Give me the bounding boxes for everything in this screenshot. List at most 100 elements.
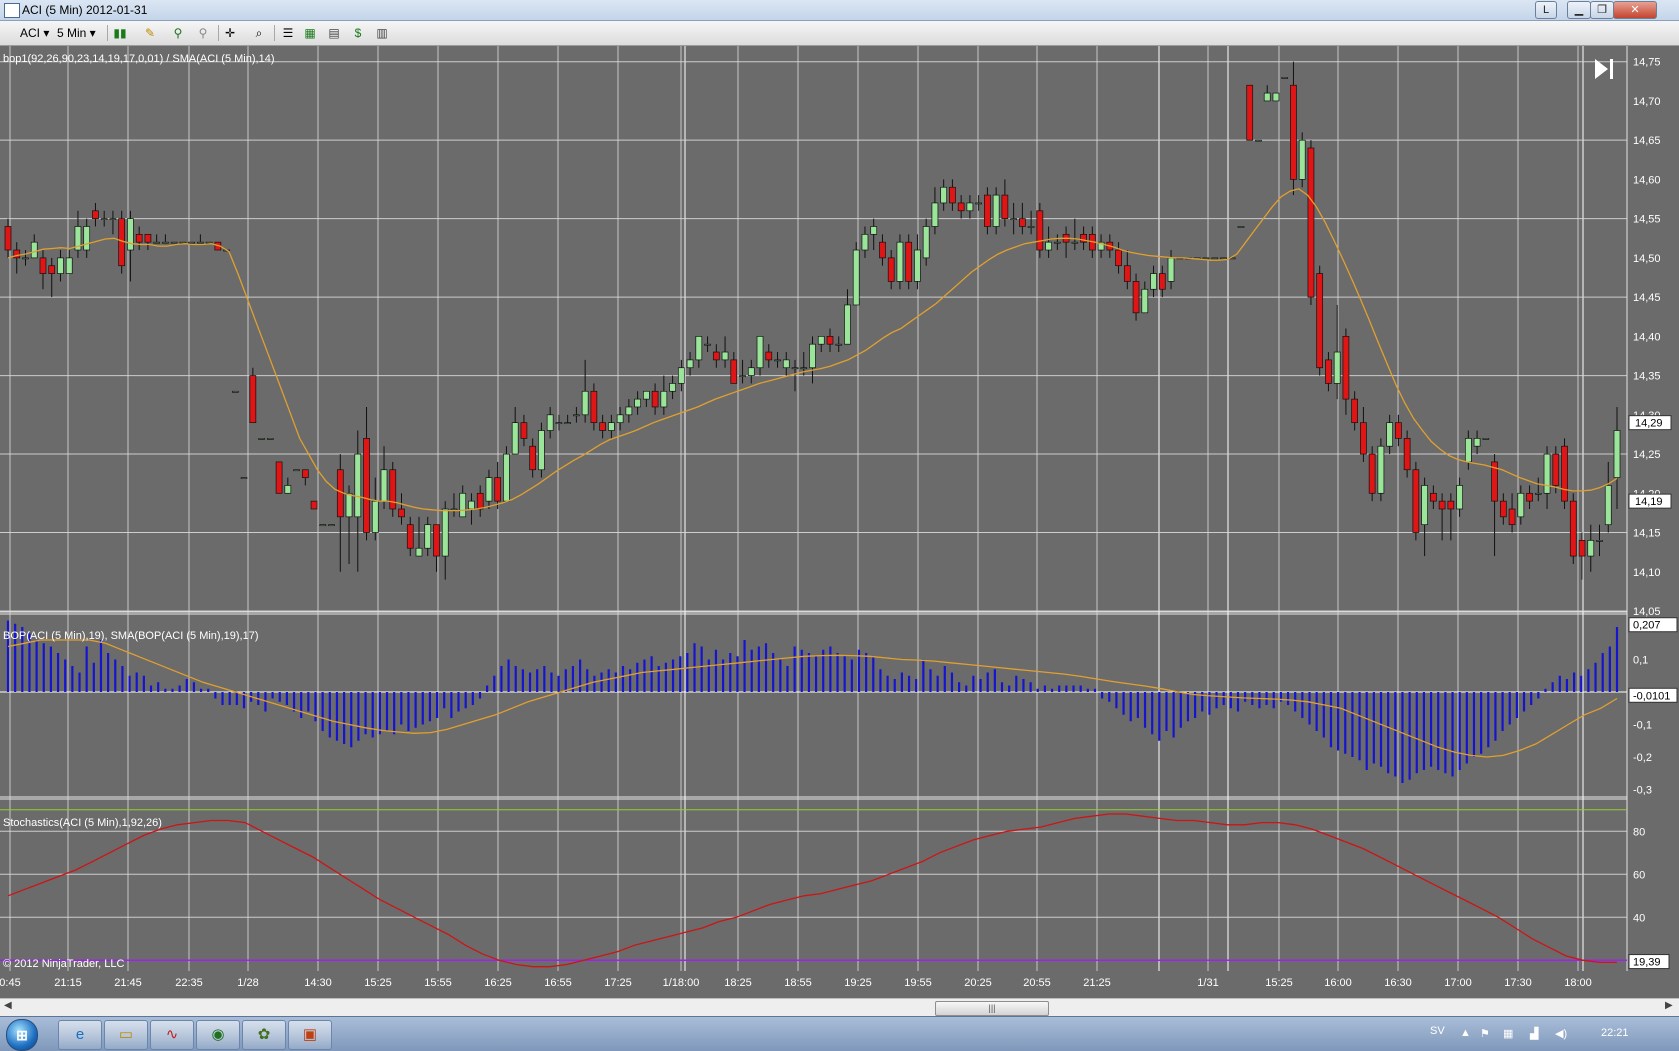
bar-type-icon[interactable]: ▮▮: [112, 25, 128, 41]
candle-body: [809, 343, 816, 369]
candle-body: [896, 241, 904, 282]
chart-trader-icon[interactable]: ▤: [326, 25, 342, 41]
bop-sma-line: [7, 639, 1618, 758]
candle-body: [756, 335, 764, 369]
zoom-icon[interactable]: ⌕: [251, 25, 267, 41]
x-axis-tick-label: 22:35: [175, 977, 203, 989]
properties-icon[interactable]: ▥: [374, 25, 390, 41]
instrument-label: ACI: [20, 26, 41, 40]
minimize-button[interactable]: ▁: [1567, 1, 1591, 19]
candle-body: [301, 469, 309, 478]
candle-body: [686, 359, 694, 369]
clock[interactable]: 22:21: [1601, 1027, 1629, 1039]
candle-body: [188, 241, 195, 244]
candle-body: [1587, 540, 1595, 557]
candle-body: [1132, 281, 1140, 314]
x-axis-tick-label: 20:55: [1023, 977, 1051, 989]
candle-body: [529, 445, 537, 471]
candle-body: [581, 390, 589, 416]
spotify-icon[interactable]: ◉: [196, 1020, 240, 1050]
ninjatrader-icon[interactable]: ∿: [150, 1020, 194, 1050]
candle-body: [1543, 453, 1551, 494]
candle-body: [1569, 500, 1577, 557]
close-button[interactable]: ✕: [1613, 1, 1657, 19]
candle-body: [1596, 540, 1603, 542]
candle-body: [1526, 492, 1533, 502]
explorer-folder-icon[interactable]: ▭: [104, 1020, 148, 1050]
volume-icon[interactable]: ◀): [1555, 1027, 1567, 1040]
candle-body: [144, 233, 152, 243]
price-axis-tick-label: 14,55: [1633, 214, 1661, 226]
candle-body: [835, 343, 843, 346]
candle-body: [441, 508, 449, 557]
restore-button[interactable]: ❐: [1590, 1, 1614, 19]
x-axis-tick-label: 18:55: [784, 977, 812, 989]
indicator-icon[interactable]: ▦: [302, 25, 318, 41]
x-axis-tick-label: 1/31: [1197, 977, 1218, 989]
candle-body: [1368, 453, 1376, 494]
candle-body: [371, 500, 379, 533]
pin-icon[interactable]: ⚲: [170, 25, 186, 41]
candle-body: [712, 351, 720, 361]
internet-explorer-icon[interactable]: e: [58, 1020, 102, 1050]
candle-body: [1438, 500, 1446, 510]
candle-body: [406, 524, 414, 549]
dollar-icon[interactable]: $: [350, 25, 366, 41]
candle-body: [949, 186, 956, 204]
candle-body: [65, 257, 73, 274]
candle-body: [1141, 288, 1149, 314]
chart-canvas[interactable]: 0:45 21:15 21:45 22:35 1/28 14:30 15:25 15:55 16…: [0, 46, 1679, 997]
device-icon[interactable]: ▦: [1503, 1027, 1513, 1040]
crosshair-icon[interactable]: ✛: [222, 25, 238, 41]
candle-body: [651, 390, 659, 408]
candle-body: [415, 547, 423, 557]
scroll-right-icon[interactable]: ▶: [1665, 1000, 1673, 1011]
x-axis-tick-label: 21:45: [114, 977, 142, 989]
candle-body: [800, 367, 808, 370]
candle-body: [30, 241, 38, 259]
x-axis-tick-label: 19:55: [904, 977, 932, 989]
network-icon[interactable]: ▟: [1530, 1027, 1538, 1040]
horizontal-scrollbar[interactable]: ◀ ||| ▶: [0, 998, 1679, 1016]
start-orb-icon[interactable]: ⊞: [6, 1019, 38, 1051]
brush-icon[interactable]: ⚲: [195, 25, 211, 41]
price-axis-tick-label: 14,65: [1633, 135, 1661, 147]
price-axis-tick-label: 14,05: [1633, 606, 1661, 618]
windows-taskbar: ⊞ e ▭ ∿ ◉ ✿ ▣ SV ▲ ⚑ ▦ ▟ ◀) 22:21: [0, 1016, 1679, 1051]
office-icon[interactable]: ▣: [288, 1020, 332, 1050]
candle-body: [1123, 265, 1131, 282]
candle-body: [389, 469, 397, 510]
language-indicator[interactable]: SV: [1430, 1025, 1445, 1037]
show-hidden-icons-icon[interactable]: ▲: [1460, 1027, 1471, 1039]
candle-body: [354, 453, 362, 518]
strategy-icon[interactable]: ☰: [280, 25, 296, 41]
flag-icon[interactable]: ⚑: [1480, 1027, 1490, 1040]
candle-body: [57, 257, 64, 274]
candle-body: [328, 524, 335, 527]
price-axis-tick-label: 14,70: [1633, 96, 1661, 108]
candle-body: [1045, 241, 1052, 251]
scrollbar-thumb[interactable]: |||: [935, 1001, 1049, 1016]
candle-body: [284, 485, 292, 494]
draw-pen-icon[interactable]: ✎: [142, 25, 158, 41]
layout-button[interactable]: L: [1535, 1, 1557, 19]
instrument-selector[interactable]: ACI ▾: [20, 24, 49, 42]
window-titlebar: ACI (5 Min) 2012-01-31 L ▁ ❐ ✕: [0, 0, 1679, 21]
candle-body: [984, 194, 991, 227]
bop-marker-label: -0,0101: [1633, 690, 1670, 702]
stochastics-panel-title: Stochastics(ACI (5 Min),1,92,26): [3, 817, 162, 829]
paint-icon[interactable]: ✿: [242, 1020, 286, 1050]
bop-panel-title: BOP(ACI (5 Min),19), SMA(BOP(ACI (5 Min)…: [3, 630, 259, 642]
candle-body: [398, 508, 405, 518]
candle-body: [135, 233, 143, 243]
scroll-left-icon[interactable]: ◀: [4, 1000, 12, 1011]
candle-body: [1395, 422, 1402, 439]
candle-body: [1316, 273, 1324, 369]
candle-body: [817, 335, 825, 345]
price-axis-tick-label: 14,25: [1633, 449, 1661, 461]
interval-selector[interactable]: 5 Min ▾: [57, 24, 96, 42]
bop-marker-label: 0,207: [1633, 620, 1661, 632]
x-axis-tick-label: 15:55: [424, 977, 452, 989]
candle-body: [1342, 335, 1350, 400]
candle-body: [546, 414, 554, 431]
